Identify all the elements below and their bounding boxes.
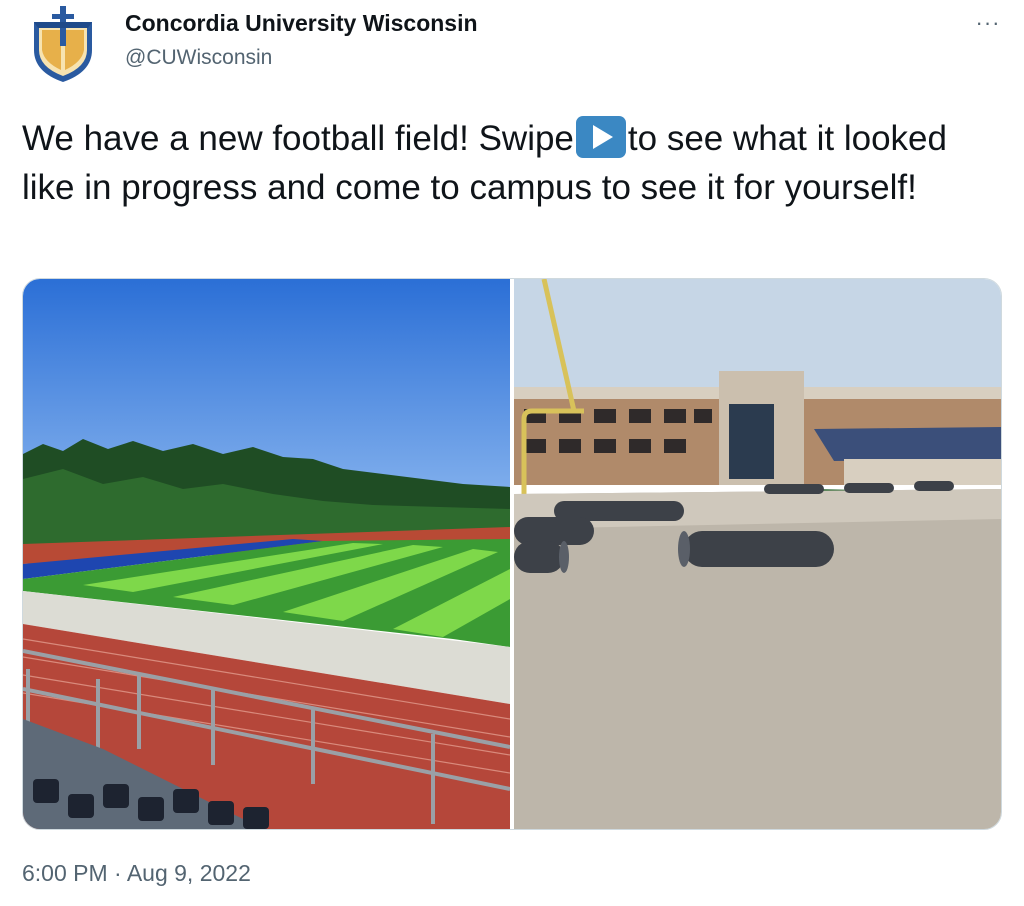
concordia-shield-logo-icon	[34, 6, 92, 82]
photo-field-in-progress[interactable]	[514, 279, 1001, 829]
photo-new-football-field[interactable]	[23, 279, 510, 829]
avatar[interactable]	[30, 4, 96, 84]
author-name[interactable]: Concordia University Wisconsin	[125, 10, 478, 37]
more-options-button[interactable]: ···	[968, 10, 1008, 35]
author-handle[interactable]: @CUWisconsin	[125, 46, 272, 70]
tweet-text: We have a new football field! Swipe to se…	[22, 114, 982, 212]
tweet-timestamp[interactable]: 6:00 PM · Aug 9, 2022	[22, 860, 251, 887]
field-in-progress-photo	[514, 279, 1001, 829]
play-button-emoji-icon	[575, 116, 626, 158]
new-football-field-photo	[23, 279, 510, 829]
media-grid	[22, 278, 1002, 830]
tweet-text-part-1: We have a new football field! Swipe	[22, 119, 574, 158]
